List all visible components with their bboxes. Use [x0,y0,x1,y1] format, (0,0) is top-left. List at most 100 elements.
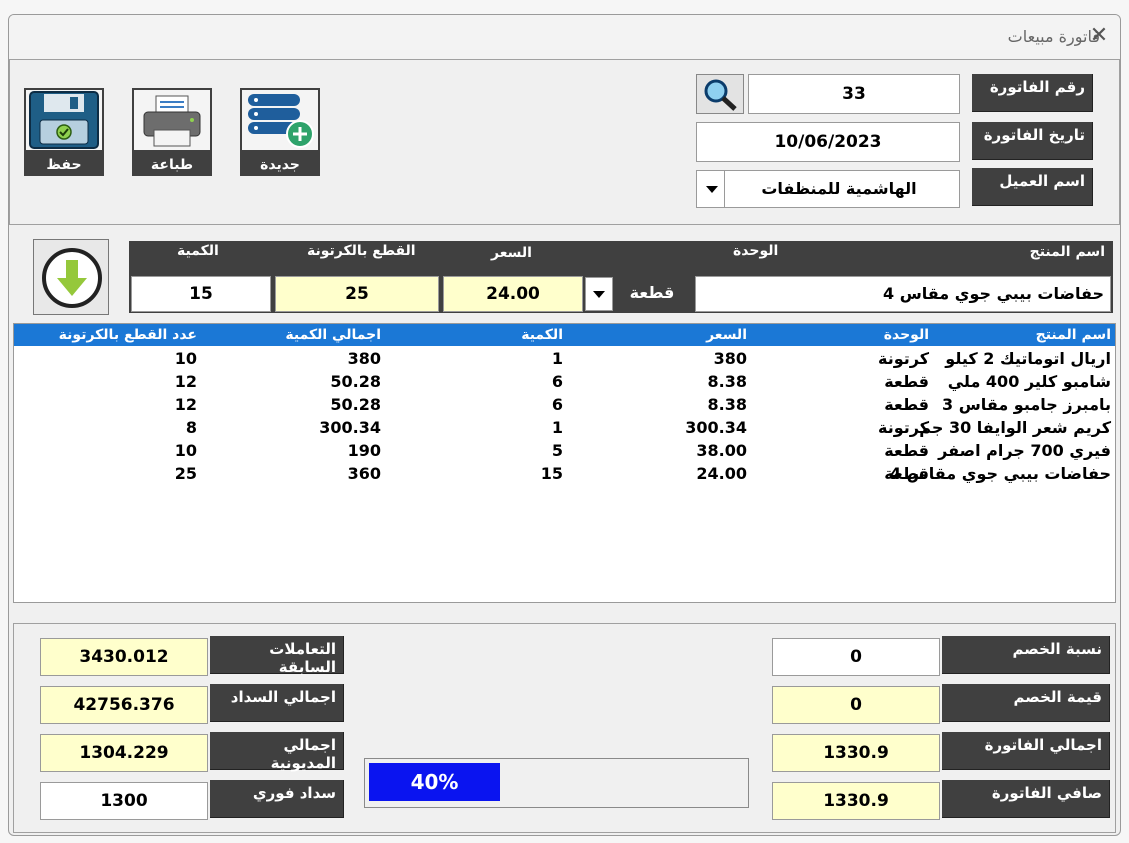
instant-payment-field[interactable]: 1300 [40,782,208,820]
cell-unit: كرتونة [877,349,929,368]
discount-value-field: 0 [772,686,940,724]
cell-unit: قطعة [884,441,929,460]
invoice-date-field[interactable]: 10/06/2023 [696,122,960,162]
cell-price: 8.38 [707,395,747,414]
new-label: جديدة [260,157,300,173]
col-product-header: اسم المنتج [1035,327,1111,343]
chevron-down-icon [706,186,718,193]
invoice-window: فاتورة مبيعات ✕ حفظ طباعة جديدة 33 رقم ا… [8,14,1121,836]
cell-total: 380 [347,349,381,368]
add-database-icon [242,90,318,150]
entry-header: اسم المنتج الوحدة السعر القطع بالكرتونة … [129,241,1113,275]
cell-qty: 15 [540,464,563,483]
printer-icon [134,90,210,150]
cell-product: فيري 700 جرام اصفر [938,441,1111,460]
cell-price: 38.00 [696,441,747,460]
entry-price-field[interactable]: 24.00 [443,276,583,312]
cell-per-carton: 12 [174,372,197,391]
chevron-down-icon [593,291,605,298]
invoice-number-field[interactable]: 33 [748,74,960,114]
invoice-number-label: رقم الفاتورة [972,74,1093,112]
cell-product: كريم شعر الوايفا 30 جم [919,418,1111,437]
entry-qty-field[interactable]: 15 [131,276,271,312]
cell-qty: 5 [551,441,563,460]
entry-unit-value[interactable]: قطعة [613,277,691,311]
entry-per-carton-header: القطع بالكرتونة [307,243,416,259]
cell-total: 50.28 [330,372,381,391]
print-button[interactable]: طباعة [132,88,212,176]
cell-per-carton: 8 [185,418,197,437]
cell-product: بامبرز جامبو مقاس 3 [942,395,1111,414]
total-payments-field: 42756.376 [40,686,208,724]
invoice-net-label: صافي الفاتورة [942,780,1110,818]
table-row[interactable]: فيري 700 جرام اصفر قطعة 38.00 5 190 10 [14,439,1115,462]
entry-price-header: السعر [491,245,532,261]
header-section: حفظ طباعة جديدة 33 رقم الفاتورة 10/06/20… [9,59,1120,225]
progress-fill: 40% [369,763,500,801]
previous-transactions-field: 3430.012 [40,638,208,676]
customer-select[interactable]: الهاشمية للمنظفات [696,170,960,208]
search-icon [704,79,737,111]
cell-price: 8.38 [707,372,747,391]
invoice-total-label: اجمالي الفاتورة [942,732,1110,770]
table-row[interactable]: اريال اتوماتيك 2 كيلو كرتونة 380 1 380 10 [14,347,1115,370]
close-icon[interactable]: ✕ [1084,21,1114,51]
cell-price: 380 [713,349,747,368]
table-row[interactable]: كريم شعر الوايفا 30 جم كرتونة 300.34 1 300.3… [14,416,1115,439]
save-button[interactable]: حفظ [24,88,104,176]
cell-price: 300.34 [685,418,747,437]
add-row-button[interactable] [33,239,109,315]
entry-qty-header: الكمية [177,243,219,259]
floppy-disk-icon [26,90,102,150]
save-label: حفظ [46,157,82,173]
arrow-down-icon [42,248,102,308]
cell-total: 360 [347,464,381,483]
entry-product-header: اسم المنتج [1029,244,1105,260]
cell-per-carton: 10 [174,349,197,368]
col-unit-header: الوحدة [883,327,929,343]
total-debt-label: اجمالي المديونية [210,732,344,772]
cell-qty: 1 [551,349,563,368]
cell-product: شامبو كلير 400 ملي [947,372,1111,391]
cell-unit: قطعة [884,372,929,391]
previous-transactions-label: التعاملات السابقة [210,636,344,676]
title-bar: فاتورة مبيعات ✕ [9,15,1120,59]
discount-percent-label: نسبة الخصم [942,636,1110,674]
table-row[interactable]: شامبو كلير 400 ملي قطعة 8.38 6 50.28 12 [14,370,1115,393]
progress-bar: 40% [364,758,749,808]
total-debt-field: 1304.229 [40,734,208,772]
summary-section: 3430.012 التعاملات السابقة 42756.376 اجم… [13,623,1116,833]
cell-unit: قطعة [884,464,929,483]
total-payments-label: اجمالي السداد [210,684,344,722]
entry-per-carton-field[interactable]: 25 [275,276,439,312]
entry-product-field[interactable]: حفاضات بيبي جوي مقاس 4 [695,276,1111,312]
search-button[interactable] [696,74,744,114]
list-header: اسم المنتج الوحدة السعر الكمية اجمالي ال… [14,324,1115,346]
invoice-total-field: 1330.9 [772,734,940,772]
customer-label: اسم العميل [972,168,1093,206]
col-per-carton-header: عدد القطع بالكرتونة [58,327,197,343]
cell-per-carton: 12 [174,395,197,414]
progress-text: 40% [410,770,459,794]
cell-product: اريال اتوماتيك 2 كيلو [945,349,1111,368]
list-body: اريال اتوماتيك 2 كيلو كرتونة 380 1 380 10 شامب… [14,347,1115,602]
col-price-header: السعر [706,327,747,343]
cell-total: 190 [347,441,381,460]
table-row[interactable]: بامبرز جامبو مقاس 3 قطعة 8.38 6 50.28 12 [14,393,1115,416]
table-row[interactable]: حفاضات بيبي جوي مقاس 4 قطعة 24.00 15 360 25 [14,462,1115,485]
new-button[interactable]: جديدة [240,88,320,176]
unit-dropdown-button[interactable] [585,277,613,311]
customer-value: الهاشمية للمنظفات [761,179,917,198]
cell-unit: كرتونة [877,418,929,437]
col-qty-header: الكمية [521,327,563,343]
invoice-date-label: تاريخ الفاتورة [972,122,1093,160]
discount-percent-field[interactable]: 0 [772,638,940,676]
discount-value-label: قيمة الخصم [942,684,1110,722]
cell-total: 300.34 [319,418,381,437]
cell-unit: قطعة [884,395,929,414]
entry-unit-header: الوحدة [733,243,779,259]
customer-dropdown-button[interactable] [697,171,725,207]
cell-qty: 6 [551,372,563,391]
cell-qty: 1 [551,418,563,437]
items-list[interactable]: اسم المنتج الوحدة السعر الكمية اجمالي ال… [13,323,1116,603]
